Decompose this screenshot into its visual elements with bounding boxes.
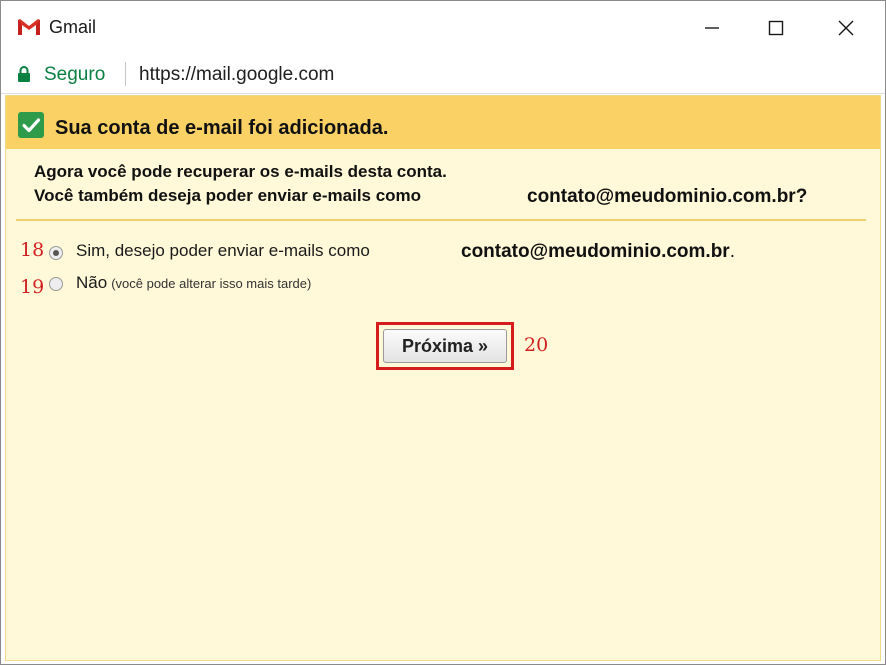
radio-no[interactable] [49,277,63,291]
radio-yes[interactable] [49,246,63,260]
option-yes-label[interactable]: Sim, desejo poder enviar e-mails como [76,241,370,261]
lock-icon [18,66,30,82]
window-title: Gmail [49,17,97,37]
divider [16,219,866,221]
annotation-19: 19 [20,276,45,298]
address-separator [125,62,126,86]
option-no-note: (você pode alterar isso mais tarde) [111,276,312,291]
message-line-2: Você também deseja poder enviar e-mails … [34,186,422,205]
address-bar[interactable]: Seguro https://mail.google.com [1,55,885,94]
option-yes-suffix: . [729,241,735,262]
title-bar: Gmail [1,1,885,55]
minimize-icon [705,27,719,29]
maximize-icon [768,20,784,36]
maximize-button[interactable] [741,1,811,55]
annotation-20: 20 [524,334,549,356]
url-text[interactable]: https://mail.google.com [139,64,334,86]
check-icon [18,112,44,138]
annotation-18: 18 [20,239,45,261]
option-no[interactable]: Não (você pode alterar isso mais tarde) [76,273,311,293]
option-yes-email: contato@meudominio.com.br. [461,241,735,263]
message-email: contato@meudominio.com.br? [527,186,807,208]
minimize-button[interactable] [677,1,747,55]
close-button[interactable] [811,1,881,55]
browser-window: Gmail Seguro https://mail.google.com Sua… [0,0,886,665]
message-line-1: Agora você pode recuperar os e-mails des… [34,162,447,181]
dialog-content: Sua conta de e-mail foi adicionada. Agor… [5,95,881,661]
close-icon [838,20,854,36]
message-email-address: contato@meudominio.com.br [527,186,796,207]
gmail-logo [18,19,40,35]
option-yes-email-address: contato@meudominio.com.br [461,241,730,262]
option-no-label: Não [76,273,108,292]
success-banner: Sua conta de e-mail foi adicionada. [6,96,880,149]
secure-label: Seguro [44,64,106,85]
banner-text: Sua conta de e-mail foi adicionada. [55,117,389,139]
message-email-suffix: ? [795,186,808,207]
next-button[interactable]: Próxima » [383,329,507,363]
